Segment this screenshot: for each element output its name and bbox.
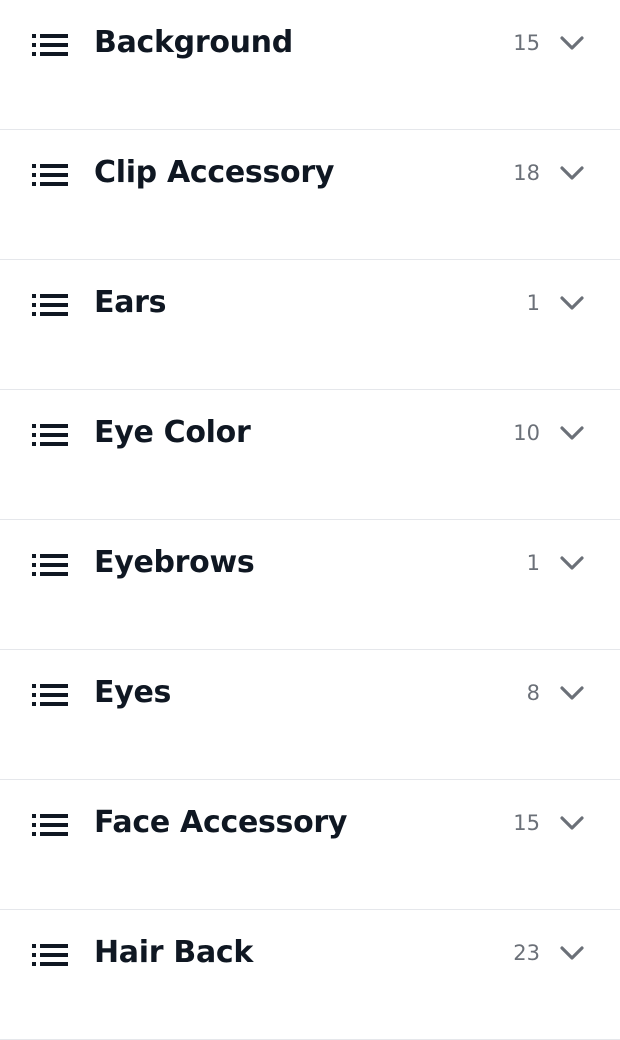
trait-label: Face Accessory (94, 804, 348, 840)
list-icon (32, 164, 68, 186)
trait-count: 15 (513, 31, 540, 55)
trait-row-ears[interactable]: Ears 1 (0, 260, 620, 390)
trait-row-header[interactable]: Eyes 8 (0, 663, 620, 723)
trait-count: 18 (513, 161, 540, 185)
chevron-down-icon[interactable] (560, 35, 584, 51)
trait-row-header[interactable]: Eye Color 10 (0, 403, 620, 463)
trait-row-eyes[interactable]: Eyes 8 (0, 650, 620, 780)
trait-row-face-accessory[interactable]: Face Accessory 15 (0, 780, 620, 910)
trait-row-eyebrows[interactable]: Eyebrows 1 (0, 520, 620, 650)
trait-label: Eyes (94, 674, 172, 710)
trait-label: Ears (94, 284, 167, 320)
chevron-down-icon[interactable] (560, 945, 584, 961)
trait-count: 15 (513, 811, 540, 835)
trait-row-header[interactable]: Hair Back 23 (0, 923, 620, 983)
trait-count: 1 (526, 291, 540, 315)
chevron-down-icon[interactable] (560, 685, 584, 701)
chevron-down-icon[interactable] (560, 425, 584, 441)
trait-count: 1 (526, 551, 540, 575)
chevron-down-icon[interactable] (560, 295, 584, 311)
list-icon (32, 814, 68, 836)
trait-label: Background (94, 24, 293, 60)
trait-label: Eyebrows (94, 544, 255, 580)
trait-count: 8 (526, 681, 540, 705)
chevron-down-icon[interactable] (560, 555, 584, 571)
list-icon (32, 424, 68, 446)
trait-label: Hair Back (94, 934, 254, 970)
trait-count: 10 (513, 421, 540, 445)
trait-filter-list: Background 15 Clip Accessory 18 Ears 1 E… (0, 0, 620, 1040)
trait-count: 23 (513, 941, 540, 965)
trait-row-background[interactable]: Background 15 (0, 0, 620, 130)
trait-label: Clip Accessory (94, 154, 335, 190)
trait-row-header[interactable]: Background 15 (0, 13, 620, 73)
list-icon (32, 684, 68, 706)
list-icon (32, 554, 68, 576)
trait-row-header[interactable]: Face Accessory 15 (0, 793, 620, 853)
trait-row-hair-back[interactable]: Hair Back 23 (0, 910, 620, 1040)
trait-row-eye-color[interactable]: Eye Color 10 (0, 390, 620, 520)
trait-row-header[interactable]: Eyebrows 1 (0, 533, 620, 593)
list-icon (32, 34, 68, 56)
trait-row-header[interactable]: Clip Accessory 18 (0, 143, 620, 203)
chevron-down-icon[interactable] (560, 815, 584, 831)
chevron-down-icon[interactable] (560, 165, 584, 181)
trait-label: Eye Color (94, 414, 251, 450)
list-icon (32, 944, 68, 966)
trait-row-clip-accessory[interactable]: Clip Accessory 18 (0, 130, 620, 260)
trait-row-header[interactable]: Ears 1 (0, 273, 620, 333)
list-icon (32, 294, 68, 316)
